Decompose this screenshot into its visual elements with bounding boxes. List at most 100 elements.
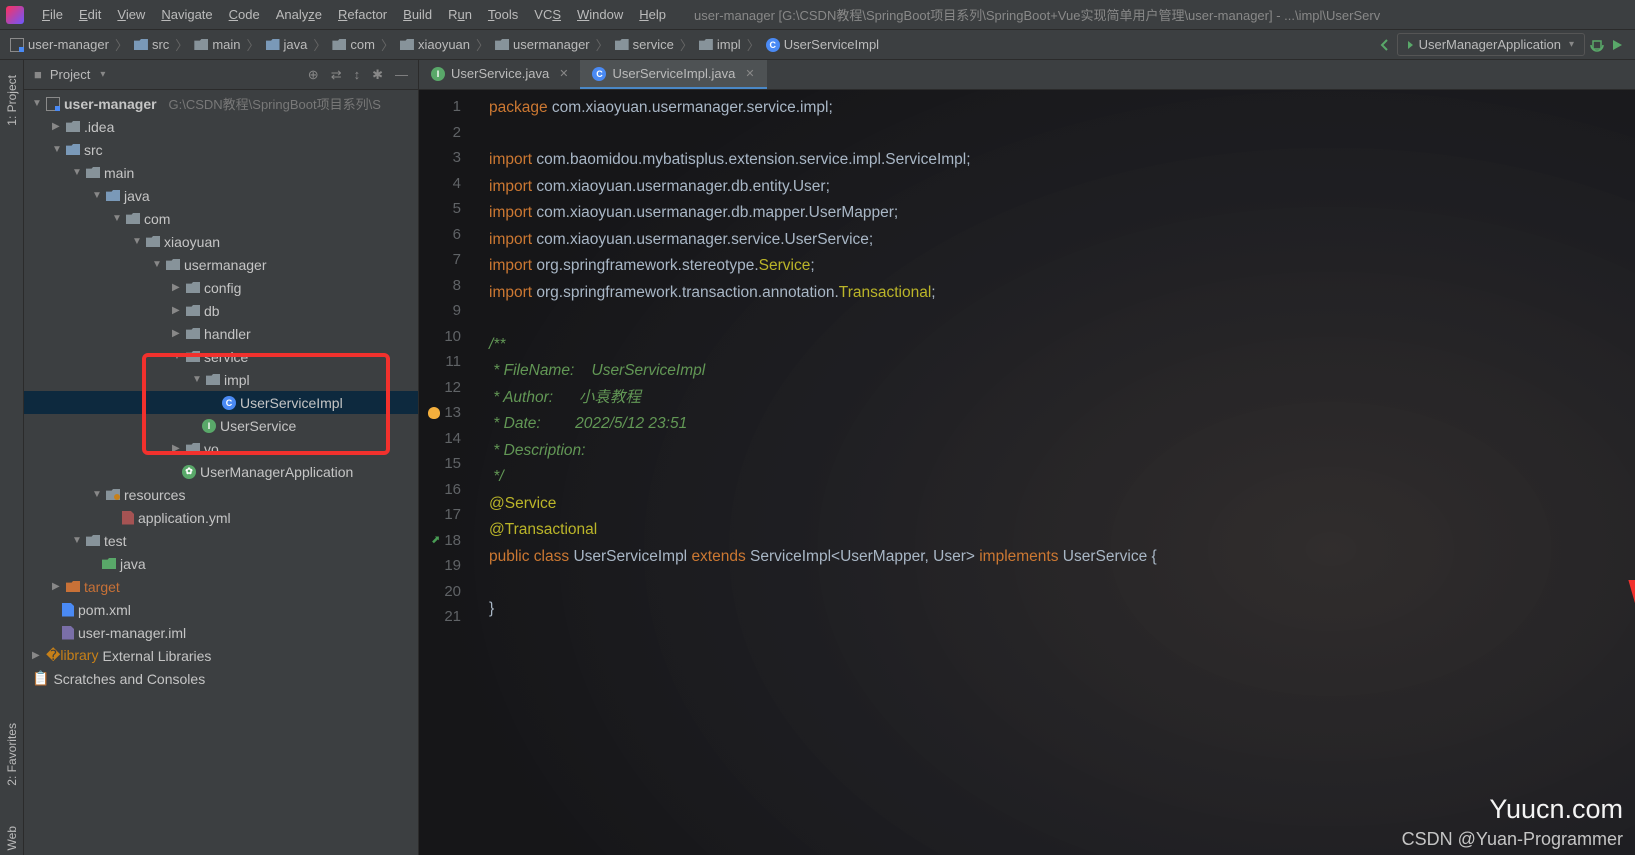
tree-idea[interactable]: ▶.idea bbox=[24, 115, 418, 138]
folder-icon bbox=[495, 39, 509, 50]
tree-java-test[interactable]: java bbox=[24, 552, 418, 575]
crumb-main[interactable]: main bbox=[194, 37, 240, 52]
crumb-usermanager[interactable]: usermanager bbox=[495, 37, 590, 52]
editor-area: IUserService.java✕ CUserServiceImpl.java… bbox=[419, 60, 1635, 855]
crumb-service[interactable]: service bbox=[615, 37, 674, 52]
close-icon[interactable]: ✕ bbox=[559, 67, 568, 80]
tree-service[interactable]: ▼service bbox=[24, 345, 418, 368]
menu-analyze[interactable]: Analyze bbox=[268, 3, 330, 26]
menu-tools[interactable]: Tools bbox=[480, 3, 526, 26]
test-folder-icon bbox=[102, 558, 116, 569]
app-icon bbox=[6, 6, 24, 24]
tree-handler[interactable]: ▶handler bbox=[24, 322, 418, 345]
tree-main[interactable]: ▼main bbox=[24, 161, 418, 184]
tree-pom[interactable]: pom.xml bbox=[24, 598, 418, 621]
folder-icon bbox=[66, 581, 80, 592]
crumb-class[interactable]: CUserServiceImpl bbox=[766, 37, 879, 52]
menu-navigate[interactable]: Navigate bbox=[153, 3, 220, 26]
folder-icon bbox=[126, 213, 140, 224]
resources-icon bbox=[106, 489, 120, 500]
interface-icon: I bbox=[202, 419, 216, 433]
tree-com[interactable]: ▼com bbox=[24, 207, 418, 230]
tree-app-class[interactable]: ✿UserManagerApplication bbox=[24, 460, 418, 483]
tree-src[interactable]: ▼src bbox=[24, 138, 418, 161]
tree-scratches[interactable]: 📋Scratches and Consoles bbox=[24, 667, 418, 690]
collapse-icon[interactable]: ↕ bbox=[354, 67, 361, 83]
tree-impl[interactable]: ▼impl bbox=[24, 368, 418, 391]
intention-bulb-icon[interactable] bbox=[428, 407, 440, 419]
tree-target[interactable]: ▶target bbox=[24, 575, 418, 598]
panel-title: Project bbox=[50, 67, 90, 82]
menu-window[interactable]: Window bbox=[569, 3, 631, 26]
menu-code[interactable]: Code bbox=[221, 3, 268, 26]
iml-icon bbox=[62, 626, 74, 640]
tree-iml[interactable]: user-manager.iml bbox=[24, 621, 418, 644]
menu-build[interactable]: Build bbox=[395, 3, 440, 26]
tree-db[interactable]: ▶db bbox=[24, 299, 418, 322]
menu-view[interactable]: View bbox=[109, 3, 153, 26]
menu-help[interactable]: Help bbox=[631, 3, 674, 26]
folder-icon bbox=[699, 39, 713, 50]
tool-window-bar: 1: Project 2: Favorites Web bbox=[0, 60, 24, 855]
tab-favorites[interactable]: 2: Favorites bbox=[3, 718, 21, 791]
menu-file[interactable]: File bbox=[34, 3, 71, 26]
run-icon bbox=[1408, 41, 1413, 49]
crumb-impl[interactable]: impl bbox=[699, 37, 741, 52]
tree-ext-libs[interactable]: ▶�libraryExternal Libraries bbox=[24, 644, 418, 667]
close-icon[interactable]: ✕ bbox=[745, 67, 754, 80]
folder-icon bbox=[186, 443, 200, 454]
crumb-src[interactable]: src bbox=[134, 37, 169, 52]
spring-class-icon: ✿ bbox=[182, 465, 196, 479]
folder-icon bbox=[194, 39, 208, 50]
tree-resources[interactable]: ▼resources bbox=[24, 483, 418, 506]
build-icon[interactable] bbox=[1589, 37, 1605, 53]
expand-icon[interactable]: ⇄ bbox=[331, 67, 342, 83]
menu-refactor[interactable]: Refactor bbox=[330, 3, 395, 26]
tab-web[interactable]: Web bbox=[3, 821, 21, 855]
hide-icon[interactable]: — bbox=[395, 67, 408, 83]
tree-app-yml[interactable]: application.yml bbox=[24, 506, 418, 529]
crumb-root[interactable]: user-manager bbox=[10, 37, 109, 52]
run-icon[interactable] bbox=[1609, 37, 1625, 53]
class-icon: C bbox=[222, 396, 236, 410]
navigation-bar: user-manager〉 src〉 main〉 java〉 com〉 xiao… bbox=[0, 30, 1635, 60]
folder-icon bbox=[186, 328, 200, 339]
tree-java[interactable]: ▼java bbox=[24, 184, 418, 207]
folder-icon bbox=[266, 39, 280, 50]
module-icon bbox=[46, 97, 60, 111]
watermark-site: Yuucn.com bbox=[1489, 794, 1623, 825]
settings-icon[interactable]: ✱ bbox=[372, 67, 383, 83]
window-title: user-manager [G:\CSDN教程\SpringBoot项目系列\S… bbox=[694, 5, 1380, 24]
menu-vcs[interactable]: VCS bbox=[526, 3, 569, 26]
crumb-com[interactable]: com bbox=[332, 37, 375, 52]
run-config-selector[interactable]: UserManagerApplication▾ bbox=[1397, 33, 1585, 56]
editor-tabs: IUserService.java✕ CUserServiceImpl.java… bbox=[419, 60, 1635, 90]
crumb-xiaoyuan[interactable]: xiaoyuan bbox=[400, 37, 470, 52]
project-tree[interactable]: ▼user-manager G:\CSDN教程\SpringBoot项目系列\S… bbox=[24, 90, 418, 855]
crumb-java[interactable]: java bbox=[266, 37, 308, 52]
folder-icon bbox=[86, 535, 100, 546]
folder-icon bbox=[615, 39, 629, 50]
tree-userservice[interactable]: IUserService bbox=[24, 414, 418, 437]
project-tool-window: ■ Project ▾ ⊕ ⇄ ↕ ✱ — ▼user-manager G:\C… bbox=[24, 60, 419, 855]
tab-userserviceimpl[interactable]: CUserServiceImpl.java✕ bbox=[580, 60, 766, 89]
tree-xiaoyuan[interactable]: ▼xiaoyuan bbox=[24, 230, 418, 253]
tree-root[interactable]: ▼user-manager G:\CSDN教程\SpringBoot项目系列\S bbox=[24, 92, 418, 115]
menu-run[interactable]: Run bbox=[440, 3, 480, 26]
tree-userserviceimpl[interactable]: CUserServiceImpl bbox=[24, 391, 418, 414]
select-opened-icon[interactable]: ⊕ bbox=[308, 67, 319, 83]
code-editor[interactable]: 1 2 3 4 5 6 7 8 9 10 11 12 13 14 15 16 1… bbox=[419, 90, 1635, 855]
tree-usermanager[interactable]: ▼usermanager bbox=[24, 253, 418, 276]
tree-test[interactable]: ▼test bbox=[24, 529, 418, 552]
tree-config[interactable]: ▶config bbox=[24, 276, 418, 299]
tree-vo[interactable]: ▶vo bbox=[24, 437, 418, 460]
folder-icon bbox=[332, 39, 346, 50]
implements-gutter-icon[interactable]: ⬈ bbox=[431, 528, 440, 554]
code-content[interactable]: package com.xiaoyuan.usermanager.service… bbox=[469, 90, 1635, 855]
tab-project[interactable]: 1: Project bbox=[3, 70, 21, 131]
folder-icon bbox=[134, 39, 148, 50]
menu-edit[interactable]: Edit bbox=[71, 3, 109, 26]
folder-icon bbox=[146, 236, 160, 247]
tab-userservice[interactable]: IUserService.java✕ bbox=[419, 60, 580, 89]
back-icon[interactable] bbox=[1377, 37, 1393, 53]
